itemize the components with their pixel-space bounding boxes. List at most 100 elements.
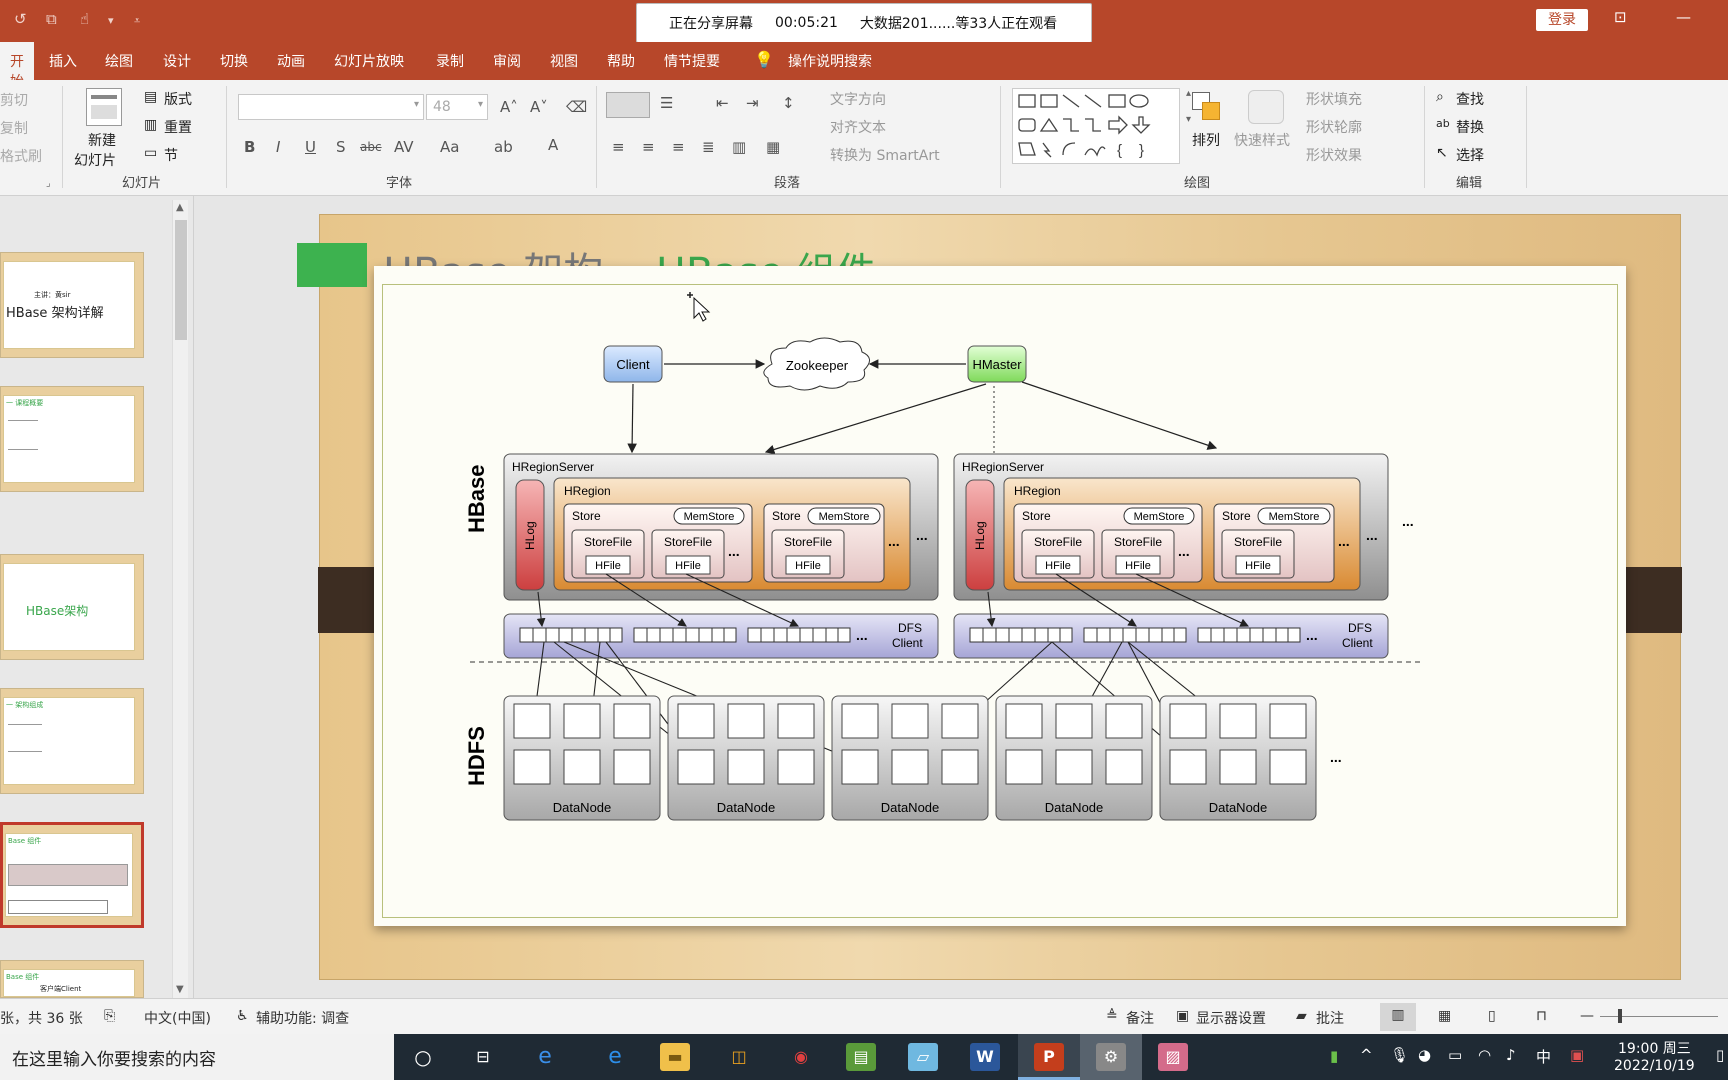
tab-record[interactable]: 录制 <box>436 51 464 71</box>
region-server-1[interactable]: HRegionServer HLog HRegion Store MemStor… <box>503 453 939 601</box>
touch-mode-icon[interactable]: ☝ <box>80 10 89 28</box>
comments-button[interactable]: 批注 <box>1316 1008 1344 1028</box>
section-button[interactable]: 节 <box>164 145 178 165</box>
app-icon-spreadsheet[interactable]: ▤ <box>846 1043 876 1071</box>
align-right-icon[interactable]: ≡ <box>672 138 685 156</box>
underline-button[interactable]: U <box>305 138 316 156</box>
find-button[interactable]: 查找 <box>1456 89 1484 109</box>
tab-insert[interactable]: 插入 <box>49 51 77 71</box>
zookeeper-node[interactable]: Zookeeper <box>763 337 870 391</box>
dfs-client-1[interactable]: ... DFS Client <box>503 613 939 659</box>
wifi-icon[interactable]: ◠ <box>1478 1046 1491 1064</box>
store-2a[interactable]: Store MemStore StoreFile HFile StoreFile… <box>1013 503 1203 583</box>
volume-icon[interactable]: ♪ <box>1506 1046 1516 1064</box>
slideshow-view-icon[interactable]: ⊓ <box>1536 1008 1547 1024</box>
app-icon-snail[interactable]: ◉ <box>786 1043 816 1071</box>
cortana-icon[interactable]: ○ <box>408 1043 438 1071</box>
shrink-font-icon[interactable]: A˅ <box>530 98 548 116</box>
increase-indent-icon[interactable]: ⇥ <box>746 94 759 112</box>
gallery-up-icon[interactable]: ▴ <box>1186 88 1191 99</box>
layout-button[interactable]: 版式 <box>164 89 192 109</box>
thumbnail-scrollbar[interactable]: ▲ ▼ <box>172 200 188 998</box>
clock-time[interactable]: 19:00 周三 <box>1618 1038 1691 1058</box>
font-size-input[interactable]: 48 ▾ <box>426 94 488 120</box>
zoom-out-icon[interactable]: — <box>1580 1008 1594 1024</box>
convert-smartart-button[interactable]: 转换为 SmartArt <box>830 145 940 165</box>
copy-button[interactable]: 复制 <box>0 118 28 138</box>
tab-animations[interactable]: 动画 <box>277 51 305 71</box>
taskbar-search-input[interactable]: 在这里输入你要搜索的内容 <box>0 1034 394 1080</box>
tab-storyboard[interactable]: 情节提要 <box>664 51 720 71</box>
shape-outline-button[interactable]: 形状轮廓 <box>1306 117 1362 137</box>
bullets-button[interactable] <box>606 92 650 118</box>
shape-effects-button[interactable]: 形状效果 <box>1306 145 1362 165</box>
client-node[interactable]: Client <box>603 345 663 383</box>
slide-thumbnail[interactable]: HBase架构 <box>0 554 144 660</box>
slide-thumbnail[interactable]: Base 组件 客户端Client <box>0 960 144 998</box>
select-button[interactable]: 选择 <box>1456 145 1484 165</box>
columns-icon[interactable]: ▦ <box>766 138 780 156</box>
edge-browser-icon[interactable]: e <box>600 1043 630 1071</box>
distributed-icon[interactable]: ▥ <box>732 138 746 156</box>
dfs-client-2[interactable]: ... DFS Client <box>953 613 1389 659</box>
tab-review[interactable]: 审阅 <box>493 51 521 71</box>
justify-icon[interactable]: ≣ <box>702 138 715 156</box>
replace-button[interactable]: 替换 <box>1456 117 1484 137</box>
store-1a[interactable]: Store MemStore StoreFile HFile StoreFile… <box>563 503 753 583</box>
microphone-icon[interactable]: 🎙 <box>1390 1046 1409 1064</box>
app-icon-paint[interactable]: ▨ <box>1158 1043 1188 1071</box>
new-slide-icon[interactable] <box>86 88 122 126</box>
store-1b[interactable]: Store MemStore StoreFile HFile <box>763 503 885 583</box>
text-direction-button[interactable]: 文字方向 <box>830 89 886 109</box>
shadow-button[interactable]: S <box>336 138 346 156</box>
datanode-2[interactable]: DataNode <box>667 695 825 821</box>
strikethrough-button[interactable]: abc <box>360 140 382 154</box>
hlog-1[interactable]: HLog <box>515 479 545 591</box>
tray-chevron-icon[interactable]: ^ <box>1360 1046 1373 1064</box>
hmaster-node[interactable]: HMaster <box>967 345 1027 383</box>
word-icon[interactable]: W <box>970 1043 1000 1071</box>
qq-icon[interactable]: ◕ <box>1418 1046 1431 1064</box>
spellcheck-icon[interactable]: ⎘ <box>104 1008 115 1024</box>
change-case-button[interactable]: Aa <box>440 138 459 156</box>
numbering-icon[interactable]: ☰ <box>660 94 673 112</box>
clock-date[interactable]: 2022/10/19 <box>1614 1058 1695 1074</box>
arrange-button[interactable]: 排列 <box>1192 130 1220 150</box>
tab-design[interactable]: 设计 <box>163 51 191 71</box>
hbase-architecture-diagram[interactable]: Client Zookeeper HMaster HBase HDFS HReg… <box>446 308 1526 928</box>
store-2b[interactable]: Store MemStore StoreFile HFile <box>1213 503 1335 583</box>
notification-app-icon[interactable]: ▣ <box>1570 1046 1584 1064</box>
battery-app-icon[interactable]: ▮ <box>1330 1047 1338 1065</box>
minimize-icon[interactable]: — <box>1676 8 1691 26</box>
reading-view-icon[interactable]: ▯ <box>1488 1008 1496 1024</box>
align-text-button[interactable]: 对齐文本 <box>830 117 886 137</box>
align-center-icon[interactable]: ≡ <box>642 138 655 156</box>
shape-fill-button[interactable]: 形状填充 <box>1306 89 1362 109</box>
datanode-5[interactable]: DataNode <box>1159 695 1317 821</box>
battery-icon[interactable]: ▭ <box>1448 1046 1462 1064</box>
slide-thumbnail[interactable]: 主讲：黄sir HBase 架构详解 <box>0 252 144 358</box>
hlog-2[interactable]: HLog <box>965 479 995 591</box>
present-icon[interactable]: ⧉ <box>46 10 57 28</box>
tell-me-search[interactable]: 操作说明搜索 <box>788 51 872 71</box>
notes-button[interactable]: 备注 <box>1126 1008 1154 1028</box>
qa-dropdown-icon[interactable]: ▾ <box>108 14 114 27</box>
datanode-4[interactable]: DataNode <box>995 695 1153 821</box>
ribbon-display-icon[interactable]: ⊡ <box>1614 8 1627 26</box>
region-server-2[interactable]: HRegionServer HLog HRegion Store MemStor… <box>953 453 1389 601</box>
bold-button[interactable]: B <box>244 138 255 156</box>
customize-qa-icon[interactable]: ⩡ <box>134 14 140 28</box>
italic-button[interactable]: I <box>276 138 280 156</box>
datanode-3[interactable]: DataNode <box>831 695 989 821</box>
tab-transitions[interactable]: 切换 <box>220 51 248 71</box>
grow-font-icon[interactable]: A˄ <box>500 98 518 116</box>
tab-help[interactable]: 帮助 <box>607 51 635 71</box>
slide-thumbnail-selected[interactable]: Base 组件 <box>0 822 144 928</box>
powerpoint-icon[interactable]: P <box>1034 1043 1064 1071</box>
app-icon-windows[interactable]: ◫ <box>724 1043 754 1071</box>
ie-browser-icon[interactable]: e <box>530 1043 560 1071</box>
language-status[interactable]: 中文(中国) <box>144 1008 211 1028</box>
normal-view-icon[interactable]: ▥ <box>1380 1003 1416 1031</box>
format-painter-button[interactable]: 格式刷 <box>0 146 42 166</box>
gallery-down-icon[interactable]: ▾ <box>1186 114 1191 125</box>
